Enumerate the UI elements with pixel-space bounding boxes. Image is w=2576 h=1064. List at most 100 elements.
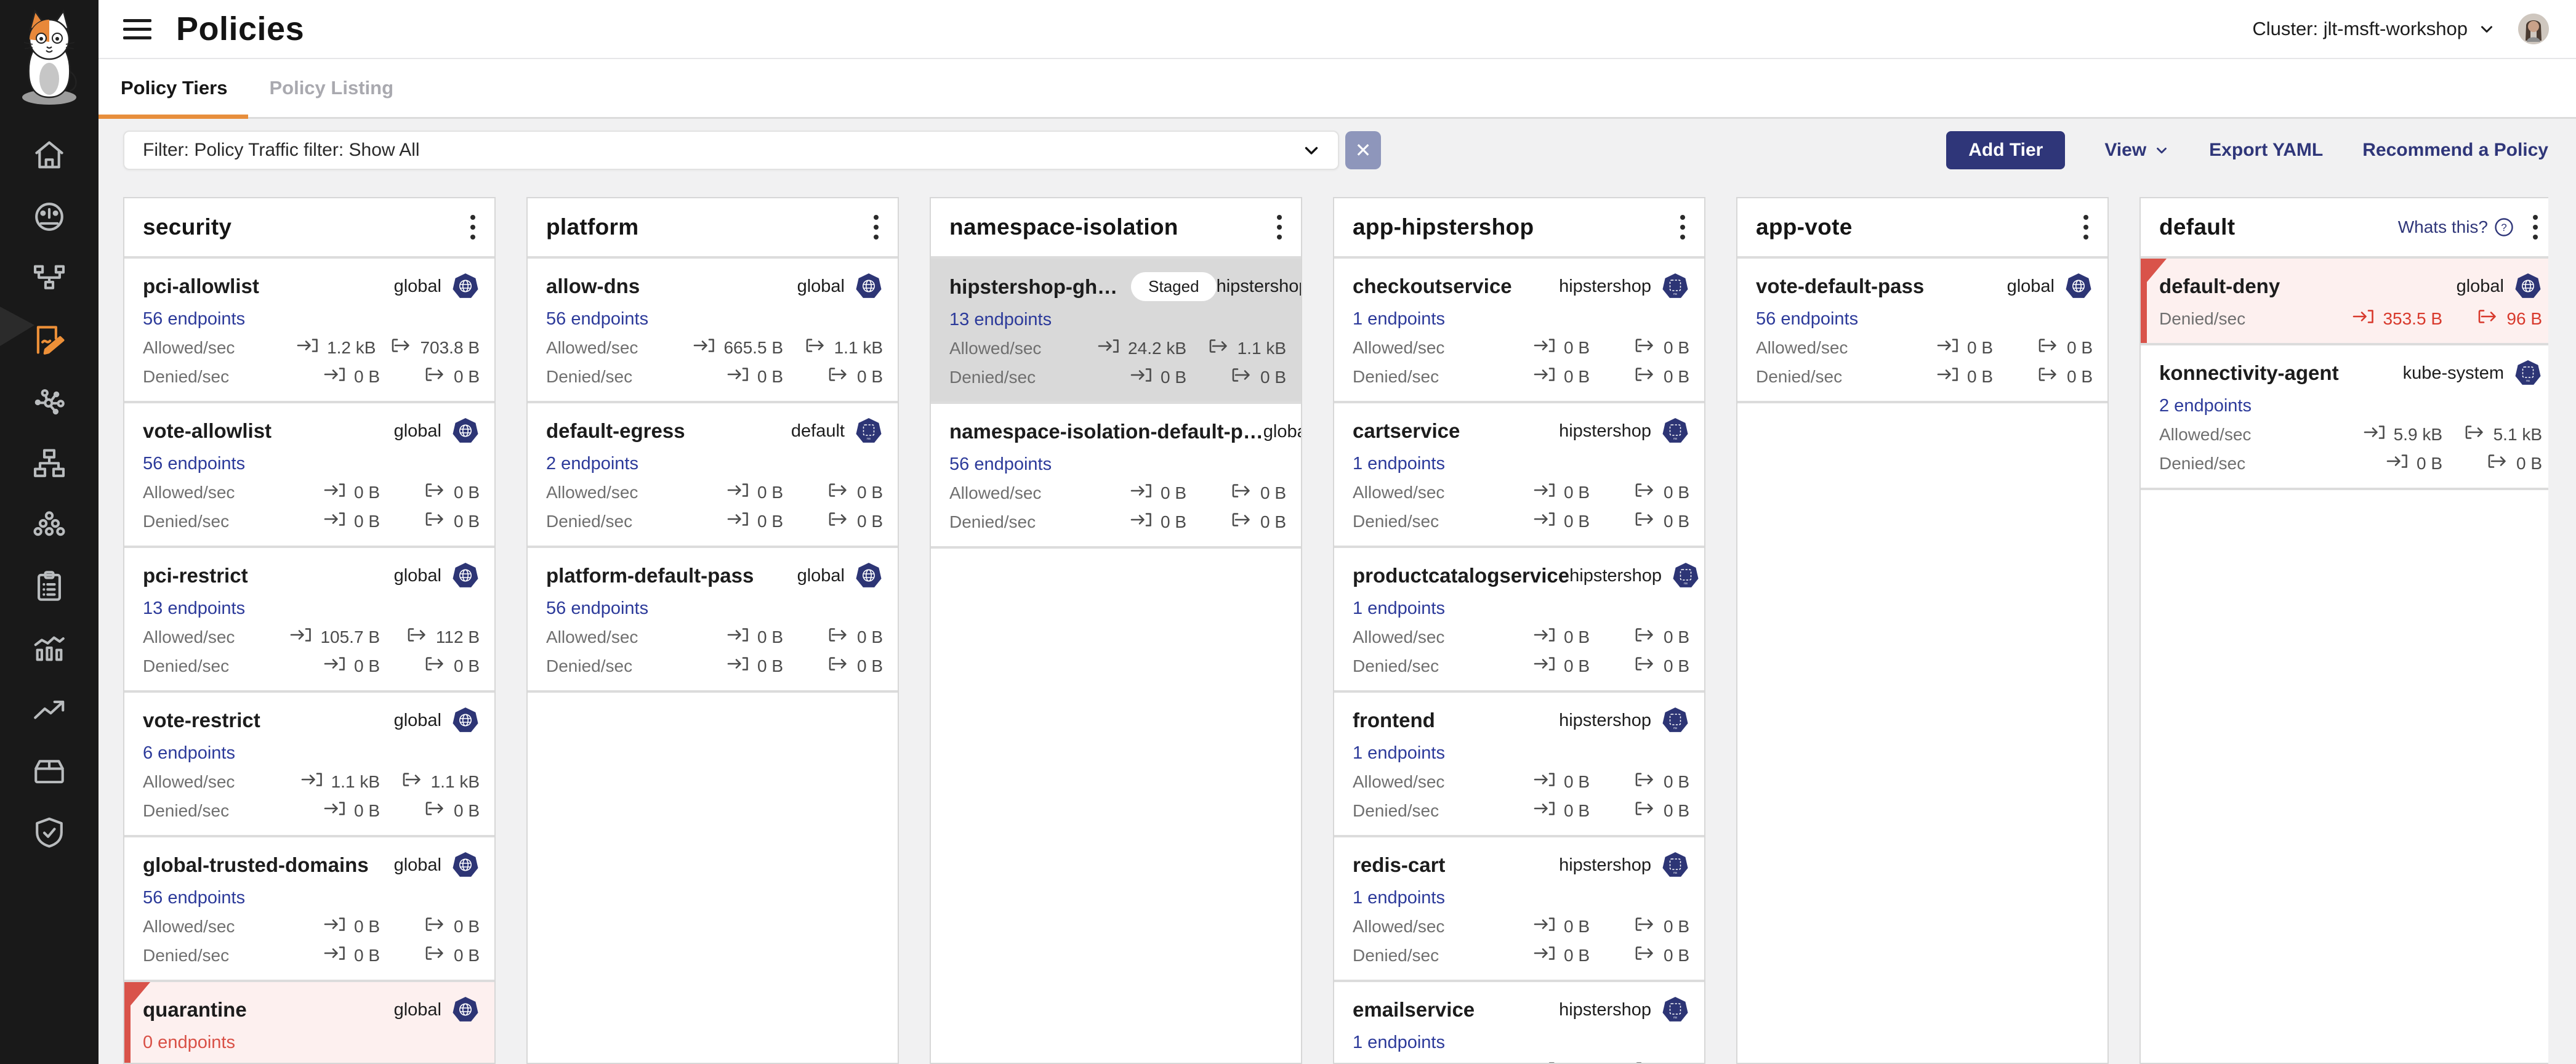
ingress-arrow-icon: [1533, 626, 1558, 648]
cluster-selector[interactable]: Cluster: jlt-msft-workshop: [2252, 18, 2496, 40]
endpoints-link[interactable]: 56 endpoints: [1756, 309, 1858, 329]
allowed-per-sec-label: Allowed/sec: [949, 339, 1069, 358]
policy-card[interactable]: checkoutservice hipstershop ns 1 endpoin…: [1334, 259, 1704, 401]
policy-card[interactable]: vote-default-pass global 56 endpoints Al…: [1737, 259, 2107, 401]
egress-arrow-icon: [423, 916, 448, 937]
recommend-policy-button[interactable]: Recommend a Policy: [2362, 140, 2548, 161]
policy-card[interactable]: platform-default-pass global 56 endpoint…: [528, 548, 898, 690]
denied-egress-value: 0 B: [1664, 656, 1689, 676]
ingress-arrow-icon: [2386, 453, 2410, 474]
egress-arrow-icon: [1633, 510, 1657, 532]
tier-cards: allow-dns global 56 endpoints Allowed/se…: [528, 259, 898, 1063]
endpoints-link[interactable]: 1 endpoints: [1353, 598, 1445, 619]
avatar[interactable]: [2518, 14, 2549, 44]
endpoints-link[interactable]: 1 endpoints: [1353, 888, 1445, 908]
tier-column-security: security ? pci-allowlist global 56 endpo…: [123, 197, 496, 1064]
hamburger-menu-icon[interactable]: [123, 19, 151, 39]
kebab-menu-icon[interactable]: [1271, 212, 1287, 243]
policy-card[interactable]: redis-cart hipstershop ns 1 endpoints Al…: [1334, 837, 1704, 980]
kebab-menu-icon[interactable]: [465, 212, 481, 243]
allowed-ingress-value: 0 B: [1564, 338, 1590, 358]
policy-card[interactable]: emailservice hipstershop ns 1 endpoints …: [1334, 982, 1704, 1064]
endpoints-link[interactable]: 56 endpoints: [143, 454, 245, 474]
tier-column-default: default Whats this? ? default-deny globa…: [2139, 197, 2548, 1064]
endpoints-link[interactable]: 0 endpoints: [143, 1033, 235, 1053]
policy-name: frontend: [1353, 709, 1435, 732]
endpoints-link[interactable]: 2 endpoints: [2159, 396, 2252, 416]
calico-cat-logo: [3, 4, 95, 108]
allowed-egress-value: 5.1 kB: [2493, 425, 2542, 445]
policy-name: hipstershop-gh…: [949, 275, 1117, 299]
export-yaml-button[interactable]: Export YAML: [2209, 140, 2323, 161]
endpoints-link[interactable]: 56 endpoints: [143, 309, 245, 329]
policy-card[interactable]: vote-allowlist global 56 endpoints Allow…: [124, 403, 494, 546]
policy-card[interactable]: frontend hipstershop ns 1 endpoints Allo…: [1334, 693, 1704, 835]
policy-name: productcatalogservice: [1353, 564, 1569, 587]
denied-ingress-value: 0 B: [1967, 367, 1993, 387]
sidebar-item-circles-cluster-icon[interactable]: [0, 494, 99, 555]
egress-arrow-icon: [405, 626, 430, 648]
clear-filter-button[interactable]: ✕: [1345, 131, 1381, 169]
endpoints-link[interactable]: 1 endpoints: [1353, 743, 1445, 764]
app-window: Policies Cluster: jlt-msft-workshop: [0, 0, 2576, 1064]
sidebar-item-molecule-graph-icon[interactable]: [0, 371, 99, 432]
policy-card[interactable]: productcatalogservice hipstershop ns 1 e…: [1334, 548, 1704, 690]
endpoints-link[interactable]: 2 endpoints: [546, 454, 638, 474]
kebab-menu-icon[interactable]: [1675, 212, 1691, 243]
kebab-menu-icon[interactable]: [868, 212, 884, 243]
ingress-arrow-icon: [1936, 366, 1961, 387]
sidebar-item-storage-box-icon[interactable]: [0, 740, 99, 802]
tier-help-link[interactable]: Whats this? ?: [2398, 217, 2514, 237]
policy-card[interactable]: vote-restrict global 6 endpoints Allowed…: [124, 693, 494, 835]
ingress-arrow-icon: [727, 482, 751, 503]
endpoints-link[interactable]: 56 endpoints: [546, 309, 648, 329]
policy-name: allow-dns: [546, 275, 640, 298]
policy-name: konnectivity-agent: [2159, 361, 2339, 385]
policy-card[interactable]: quarantine global 0 endpoints: [124, 982, 494, 1064]
endpoints-link[interactable]: 1 endpoints: [1353, 454, 1445, 474]
policy-card[interactable]: konnectivity-agent kube-system ns 2 endp…: [2141, 345, 2548, 488]
tab-policy-tiers[interactable]: Policy Tiers: [99, 59, 248, 117]
policy-card[interactable]: cartservice hipstershop ns 1 endpoints A…: [1334, 403, 1704, 546]
endpoints-link[interactable]: 1 endpoints: [1353, 309, 1445, 329]
policy-card[interactable]: global-trusted-domains global 56 endpoin…: [124, 837, 494, 980]
tab-policy-listing[interactable]: Policy Listing: [248, 59, 414, 117]
egress-arrow-icon: [2036, 366, 2061, 387]
ingress-arrow-icon: [323, 366, 348, 387]
sidebar-item-flow-nodes-icon[interactable]: [0, 248, 99, 309]
allowed-egress-value: 0 B: [1664, 917, 1689, 937]
policy-card[interactable]: pci-restrict global 13 endpoints Allowed…: [124, 548, 494, 690]
sidebar-item-policy-edit-icon[interactable]: [0, 309, 99, 371]
policy-traffic-filter-dropdown[interactable]: Filter: Policy Traffic filter: Show All: [123, 131, 1339, 170]
sidebar-item-gauge-dashboard-icon[interactable]: [0, 186, 99, 248]
endpoints-link[interactable]: 6 endpoints: [143, 743, 235, 764]
endpoints-link[interactable]: 1 endpoints: [1353, 1033, 1445, 1053]
endpoints-link[interactable]: 56 endpoints: [143, 888, 245, 908]
tier-name: namespace-isolation: [949, 214, 1178, 240]
sidebar-item-shield-check-icon[interactable]: [0, 802, 99, 863]
policy-card[interactable]: allow-dns global 56 endpoints Allowed/se…: [528, 259, 898, 401]
endpoints-link[interactable]: 13 endpoints: [949, 310, 1052, 330]
kebab-menu-icon[interactable]: [2078, 212, 2094, 243]
policy-card[interactable]: namespace-isolation-default-p… global 56…: [931, 404, 1301, 546]
allowed-ingress-value: 105.7 B: [320, 627, 380, 647]
policy-card[interactable]: hipstershop-gh… Staged hipstershop ns 13…: [931, 259, 1301, 401]
view-dropdown[interactable]: View: [2104, 140, 2170, 161]
kebab-menu-icon[interactable]: [2527, 212, 2543, 243]
sidebar-item-chart-bars-icon[interactable]: [0, 617, 99, 679]
denied-per-sec-row: Denied/sec 0 B 0 B: [546, 366, 883, 387]
denied-per-sec-row: Denied/sec 0 B 0 B: [143, 510, 480, 532]
add-tier-button[interactable]: Add Tier: [1946, 131, 2065, 169]
sidebar-item-house-icon[interactable]: [0, 124, 99, 186]
sidebar-item-clipboard-list-icon[interactable]: [0, 555, 99, 617]
policy-card[interactable]: pci-allowlist global 56 endpoints Allowe…: [124, 259, 494, 401]
endpoints-link[interactable]: 13 endpoints: [143, 598, 245, 619]
policy-card[interactable]: default-egress default ns 2 endpoints Al…: [528, 403, 898, 546]
sidebar-item-sitemap-icon[interactable]: [0, 432, 99, 494]
ingress-arrow-icon: [1130, 482, 1154, 504]
global-scope-badge-icon: [451, 417, 480, 445]
policy-card[interactable]: default-deny global Denied/sec 353.5 B 9…: [2141, 259, 2548, 343]
sidebar-item-trend-arrow-icon[interactable]: [0, 679, 99, 740]
endpoints-link[interactable]: 56 endpoints: [546, 598, 648, 619]
endpoints-link[interactable]: 56 endpoints: [949, 454, 1052, 475]
